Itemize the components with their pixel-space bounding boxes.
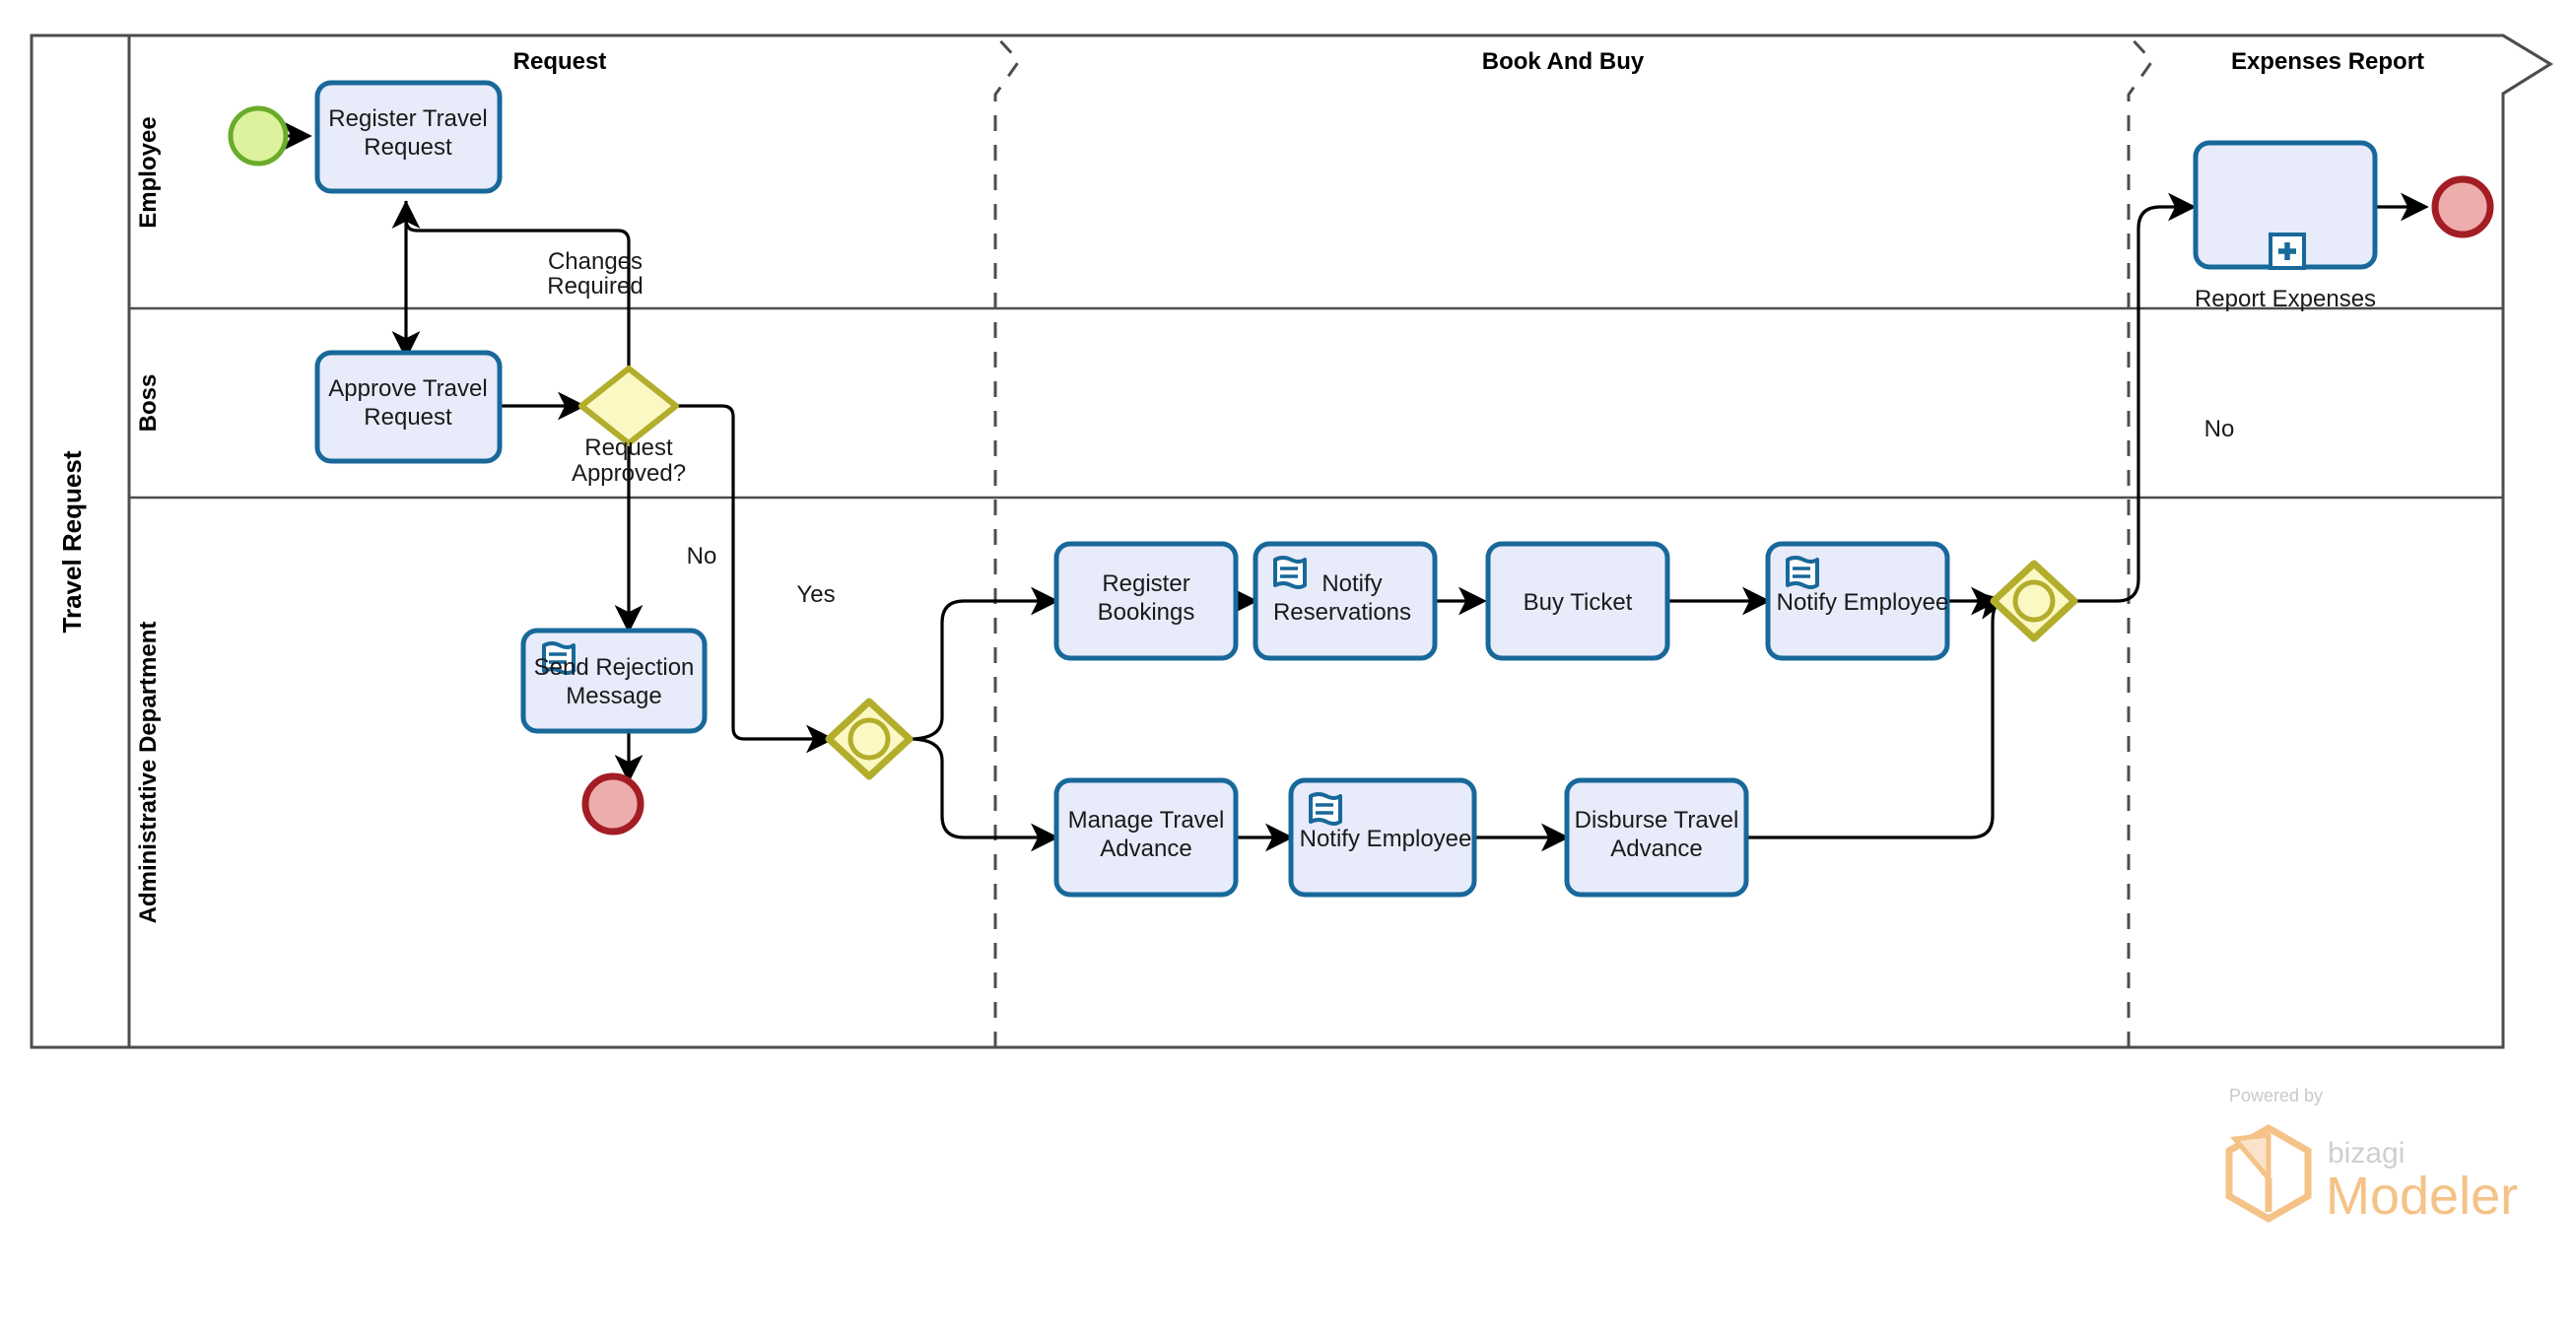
task-label-manage-travel-advance-line2: Advance <box>1100 835 1191 862</box>
task-manage-travel-advance[interactable]: Manage Travel Advance <box>1053 777 1239 898</box>
task-label-register-travel-request-line1: Register Travel <box>328 105 487 132</box>
task-label-notify-reservations-line2: Reservations <box>1273 599 1411 626</box>
task-label-register-bookings-line2: Bookings <box>1098 599 1195 626</box>
task-disburse-travel-advance[interactable]: Disburse Travel Advance <box>1564 777 1749 898</box>
task-buy-ticket[interactable]: Buy Ticket <box>1485 541 1670 661</box>
script-task-icon <box>1273 556 1307 589</box>
branding-bizagi-modeler: Powered by bizagi Modeler <box>2225 1086 2518 1226</box>
task-label-approve-travel-request-line1: Approve Travel <box>328 375 487 402</box>
task-label-notify-employee-bottom: Notify Employee <box>1300 826 1472 852</box>
gateway-request-approved[interactable]: Request Approved? <box>572 366 686 487</box>
task-label-register-bookings-line1: Register <box>1102 570 1189 597</box>
phase-title-request: Request <box>513 48 607 75</box>
task-label-disburse-travel-advance-line1: Disburse Travel <box>1575 807 1739 834</box>
gateway-label-request-approved-line2: Approved? <box>572 460 686 487</box>
flow-label-yes-approved: Yes <box>796 581 835 608</box>
phase-title-book-and-buy: Book And Buy <box>1482 48 1645 75</box>
flow-label-changes-required: Changes Required <box>547 248 643 300</box>
end-event-completed[interactable] <box>2431 175 2494 238</box>
subprocess-plus-icon <box>2269 233 2306 270</box>
gateway-label-request-approved-line1: Request <box>584 434 673 461</box>
task-notify-employee-bottom[interactable]: Notify Employee <box>1288 777 1477 898</box>
task-label-disburse-travel-advance-line2: Advance <box>1610 835 1702 862</box>
script-task-icon <box>1786 556 1819 589</box>
flow-split-to-manage-advance <box>909 737 1059 852</box>
phase-separator-request-bookandbuy <box>993 33 1021 1047</box>
lane-title-administrative-department: Administrative Department <box>135 622 162 924</box>
bpmn-canvas: Travel Request Employee Boss Administrat… <box>0 0 2576 1336</box>
lane-title-employee: Employee <box>135 116 162 228</box>
lane-title-boss: Boss <box>135 374 162 433</box>
task-label-register-travel-request-line2: Request <box>364 134 452 161</box>
lane-employee[interactable]: Employee <box>135 116 162 228</box>
task-approve-travel-request[interactable]: Approve Travel Request <box>314 350 503 464</box>
bizagi-hex-logo-icon <box>2225 1123 2312 1224</box>
task-label-report-expenses: Report Expenses <box>2195 286 2376 312</box>
task-notify-employee-top[interactable]: Notify Employee <box>1765 541 1950 661</box>
task-notify-reservations[interactable]: Notify Reservations <box>1253 541 1438 661</box>
pool-title: Travel Request <box>57 450 87 633</box>
flow-label-no-rejection: No <box>687 543 717 569</box>
task-send-rejection-message[interactable]: Send Rejection Message <box>520 628 708 734</box>
branding-bizagi-wordmark: bizagi <box>2328 1137 2405 1169</box>
branding-modeler-wordmark: Modeler <box>2326 1167 2518 1226</box>
flow-join-to-report-expenses <box>2074 192 2197 603</box>
task-label-send-rejection-message-line1: Send Rejection <box>534 654 695 681</box>
task-label-notify-reservations-line1: Notify <box>1322 570 1382 597</box>
branding-powered-by: Powered by <box>2229 1086 2323 1105</box>
task-register-bookings[interactable]: Register Bookings <box>1053 541 1239 661</box>
flow-label-no-expenses: No <box>2204 416 2235 442</box>
task-label-buy-ticket: Buy Ticket <box>1524 589 1633 616</box>
phase-title-expenses-report: Expenses Report <box>2231 48 2424 75</box>
task-register-travel-request[interactable]: Register Travel Request <box>314 80 503 194</box>
phase-separator-bookandbuy-expenses <box>2127 33 2154 1047</box>
flow-label-changes-required-line1: Changes <box>548 248 643 275</box>
flow-label-changes-required-line2: Required <box>547 273 643 300</box>
flow-split-to-register-bookings <box>909 586 1059 741</box>
end-event-rejected[interactable] <box>581 772 644 835</box>
task-label-notify-employee-top: Notify Employee <box>1777 589 1949 616</box>
task-label-send-rejection-message-line2: Message <box>566 683 661 709</box>
lane-boss[interactable]: Boss <box>135 374 162 433</box>
lane-administrative-department[interactable]: Administrative Department <box>135 622 162 924</box>
bpmn-diagram: Travel Request Employee Boss Administrat… <box>30 33 2553 1226</box>
gateway-inclusive-join[interactable] <box>1990 560 2078 642</box>
task-label-manage-travel-advance-line1: Manage Travel <box>1068 807 1225 834</box>
script-task-icon <box>1309 792 1342 826</box>
task-report-expenses[interactable]: Report Expenses <box>2193 140 2378 312</box>
task-label-approve-travel-request-line2: Request <box>364 404 452 431</box>
gateway-inclusive-split[interactable] <box>825 698 914 780</box>
start-event[interactable] <box>228 105 289 167</box>
